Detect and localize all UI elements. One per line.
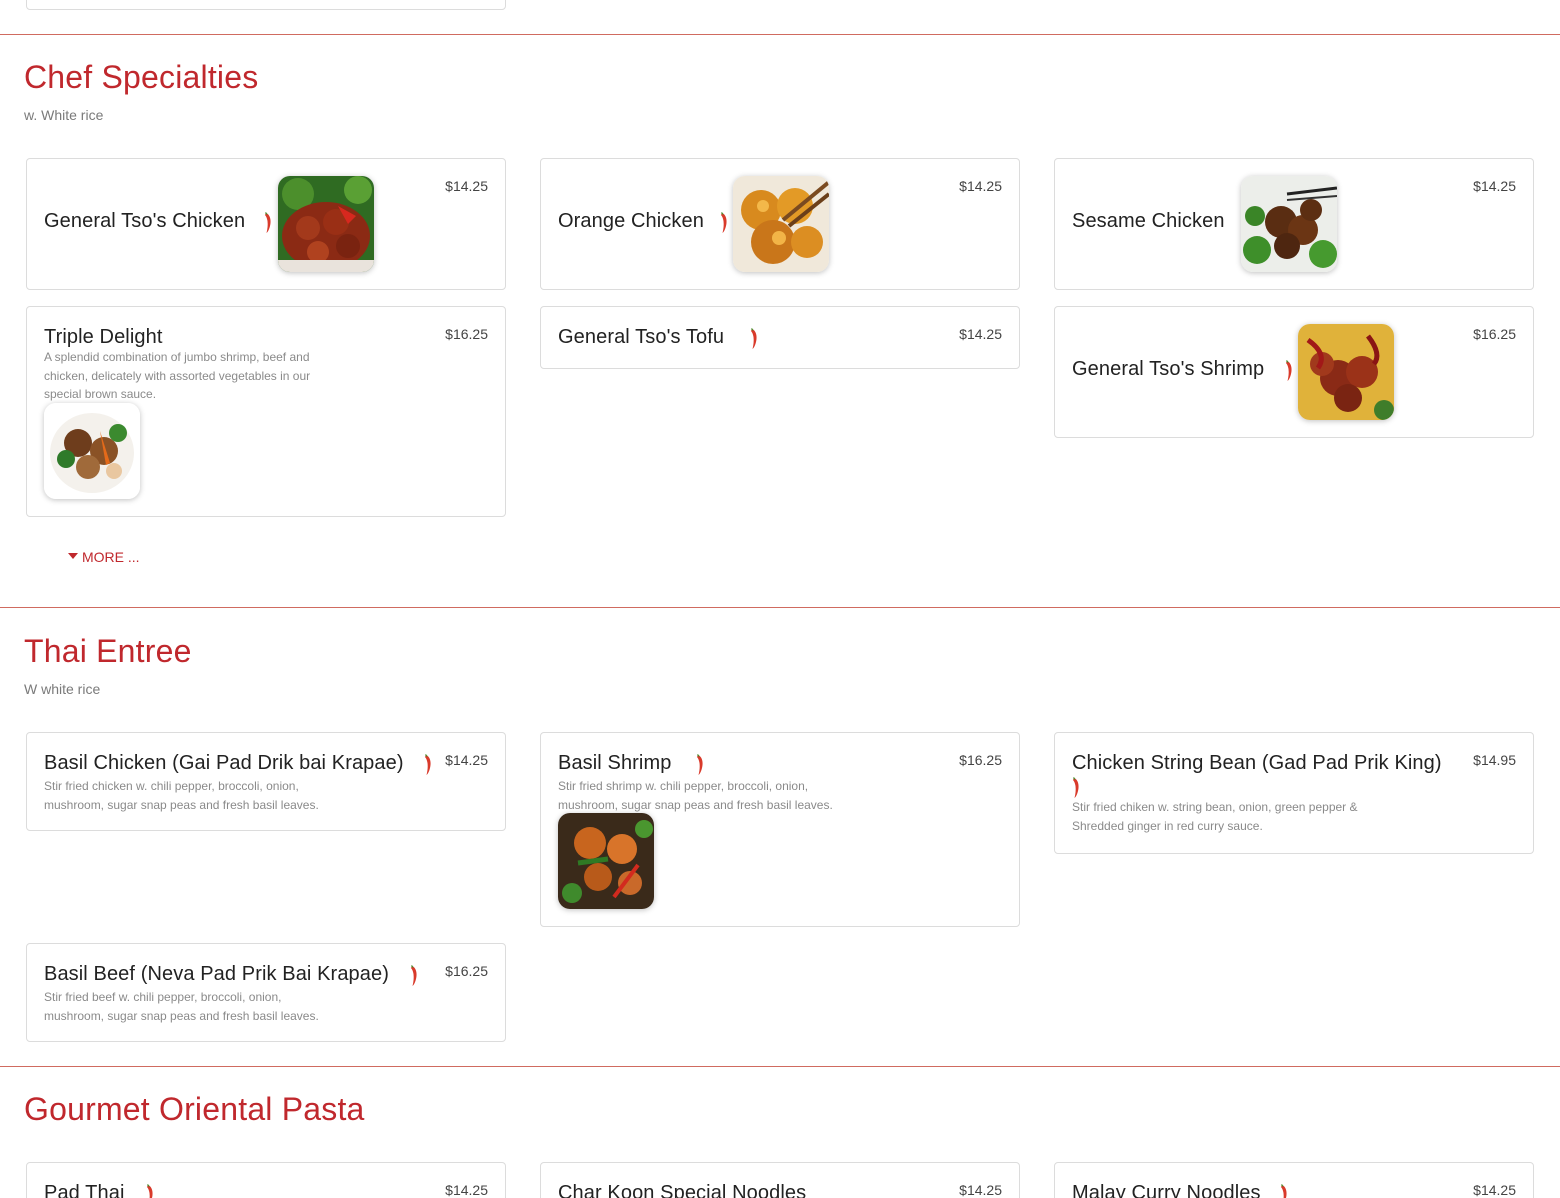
more-button[interactable]: MORE ... <box>68 549 140 565</box>
chili-pepper-icon <box>749 328 759 350</box>
chili-pepper-icon <box>409 965 419 987</box>
item-price: $14.25 <box>1473 178 1516 194</box>
item-description: Stir fried chicken w. chili pepper, broc… <box>44 779 319 812</box>
section-divider <box>0 607 1560 608</box>
item-price: $14.25 <box>959 178 1002 194</box>
section-divider <box>0 1066 1560 1067</box>
section-divider <box>0 34 1560 35</box>
item-description: Stir fried shrimp w. chili pepper, brocc… <box>558 779 833 812</box>
item-price: $16.25 <box>445 963 488 979</box>
chili-pepper-icon <box>1071 777 1081 799</box>
section-subtitle-chef-specialties: w. White rice <box>24 107 104 123</box>
item-name: Basil Shrimp <box>558 752 672 774</box>
menu-item-char-koon-special-noodles[interactable]: Char Koon Special Noodles $14.25 <box>540 1162 1020 1198</box>
item-name: Malay Curry Noodles <box>1072 1182 1261 1198</box>
menu-item-orange-chicken[interactable]: Orange Chicken $14.25 <box>540 158 1020 290</box>
chili-pepper-icon <box>423 754 433 776</box>
item-price: $16.25 <box>445 326 488 342</box>
menu-item-chicken-string-bean[interactable]: Chicken String Bean (Gad Pad Prik King) … <box>1054 732 1534 854</box>
item-description: A splendid combination of jumbo shrimp, … <box>44 350 311 401</box>
section-title-chef-specialties: Chef Specialties <box>24 59 259 95</box>
item-name: General Tso's Chicken <box>44 210 246 232</box>
item-name: Sesame Chicken <box>1072 210 1225 232</box>
dish-photo <box>558 813 654 909</box>
item-price: $16.25 <box>1473 326 1516 342</box>
item-price: $14.25 <box>445 178 488 194</box>
dish-photo <box>278 176 374 272</box>
chili-pepper-icon <box>1284 360 1294 382</box>
item-name: General Tso's Shrimp <box>1072 358 1265 380</box>
chili-pepper-icon <box>695 754 705 776</box>
dish-photo <box>44 403 140 499</box>
menu-item-malay-curry-noodles[interactable]: Malay Curry Noodles $14.25 <box>1054 1162 1534 1198</box>
chili-pepper-icon <box>263 212 273 234</box>
menu-item-general-tsos-shrimp[interactable]: General Tso's Shrimp $16.25 <box>1054 306 1534 438</box>
item-price: $16.25 <box>959 752 1002 768</box>
item-price: $14.25 <box>959 1182 1002 1198</box>
item-name: Pad Thai <box>44 1182 125 1198</box>
item-name: Basil Chicken (Gai Pad Drik bai Krapae) <box>44 752 404 774</box>
menu-item-pad-thai[interactable]: Pad Thai $14.25 <box>26 1162 506 1198</box>
menu-item-general-tsos-tofu[interactable]: General Tso's Tofu $14.25 <box>540 306 1020 369</box>
menu-item-card-partial[interactable] <box>26 0 506 10</box>
menu-item-basil-chicken[interactable]: Basil Chicken (Gai Pad Drik bai Krapae) … <box>26 732 506 831</box>
menu-item-basil-shrimp[interactable]: Basil Shrimp Stir fried shrimp w. chili … <box>540 732 1020 927</box>
item-name: Chicken String Bean (Gad Pad Prik King) <box>1072 752 1442 774</box>
menu-item-triple-delight[interactable]: Triple Delight A splendid combination of… <box>26 306 506 517</box>
menu-item-general-tsos-chicken[interactable]: General Tso's Chicken $14.25 <box>26 158 506 290</box>
section-title-thai-entree: Thai Entree <box>24 633 192 669</box>
item-price: $14.25 <box>445 752 488 768</box>
item-description: Stir fried beef w. chili pepper, broccol… <box>44 990 319 1023</box>
item-description: Stir fried chiken w. string bean, onion,… <box>1072 800 1358 833</box>
item-name: Basil Beef (Neva Pad Prik Bai Krapae) <box>44 963 389 985</box>
item-name: Char Koon Special Noodles <box>558 1182 807 1198</box>
item-name: Triple Delight <box>44 326 163 348</box>
chili-pepper-icon <box>1279 1184 1289 1198</box>
chili-pepper-icon <box>719 212 729 234</box>
menu-item-sesame-chicken[interactable]: Sesame Chicken $14.25 <box>1054 158 1534 290</box>
dish-photo <box>1298 324 1394 420</box>
section-subtitle-thai-entree: W white rice <box>24 681 101 697</box>
caret-down-icon <box>68 553 78 560</box>
item-price: $14.95 <box>1473 752 1516 768</box>
chili-pepper-icon <box>145 1184 155 1198</box>
dish-photo <box>733 176 829 272</box>
more-label: MORE ... <box>82 549 140 565</box>
section-title-gourmet-oriental-pasta: Gourmet Oriental Pasta <box>24 1091 365 1127</box>
item-price: $14.25 <box>959 326 1002 342</box>
item-price: $14.25 <box>1473 1182 1516 1198</box>
dish-photo <box>1241 176 1337 272</box>
menu-item-basil-beef[interactable]: Basil Beef (Neva Pad Prik Bai Krapae) St… <box>26 943 506 1042</box>
item-price: $14.25 <box>445 1182 488 1198</box>
item-name: Orange Chicken <box>558 210 704 232</box>
item-name: General Tso's Tofu <box>558 326 725 348</box>
